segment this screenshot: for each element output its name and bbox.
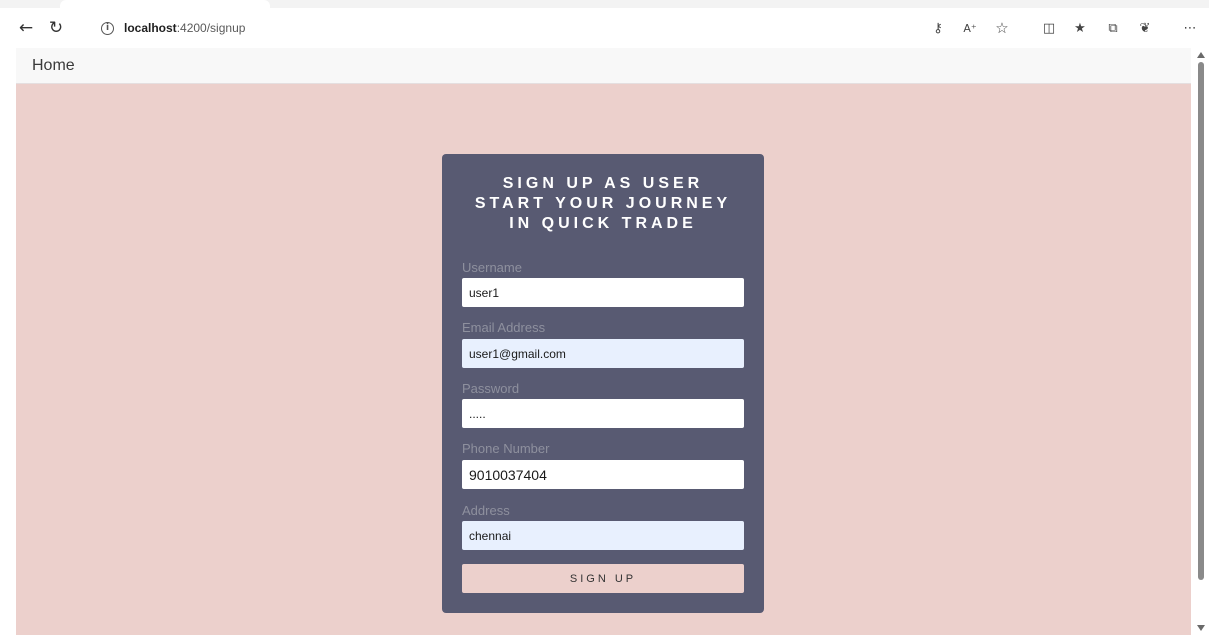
url-path: :4200/signup — [176, 21, 246, 35]
address-label: Address — [462, 503, 510, 518]
back-arrow-icon[interactable]: ← — [14, 16, 38, 40]
favorite-star-icon[interactable]: ☆ — [992, 18, 1012, 38]
signup-card: SIGN UP AS USER START YOUR JOURNEY IN QU… — [442, 154, 764, 613]
scroll-up-arrow-icon[interactable] — [1197, 52, 1205, 58]
password-label: Password — [462, 381, 520, 396]
home-link[interactable]: Home — [32, 57, 75, 75]
vertical-scrollbar[interactable] — [1193, 48, 1209, 635]
tab-strip — [0, 0, 1209, 8]
read-aloud-icon[interactable]: A⁺ — [960, 18, 980, 38]
username-field[interactable] — [462, 278, 744, 307]
active-tab[interactable] — [60, 0, 270, 8]
signup-title-line2: START YOUR JOURNEY — [474, 195, 732, 212]
email-field[interactable] — [462, 339, 744, 368]
key-icon[interactable]: ⚷ — [928, 18, 948, 38]
signup-title-line3: IN QUICK TRADE — [509, 215, 697, 232]
scroll-down-arrow-icon[interactable] — [1197, 625, 1205, 631]
phone-field[interactable] — [462, 460, 744, 489]
reload-icon[interactable]: ↻ — [44, 16, 68, 40]
more-icon[interactable]: ⋯ — [1180, 18, 1200, 38]
signup-title: SIGN UP AS USER START YOUR JOURNEY IN QU… — [442, 174, 764, 234]
favorites-icon[interactable]: ★ — [1070, 18, 1090, 38]
collections-icon[interactable]: ⧉ — [1103, 18, 1123, 38]
signup-title-line1: SIGN UP AS USER — [502, 175, 704, 192]
split-screen-icon[interactable]: ◫ — [1039, 18, 1059, 38]
address-field[interactable] — [462, 521, 744, 550]
page-viewport: Home SIGN UP AS USER START YOUR JOURNEY … — [16, 48, 1191, 635]
extensions-icon[interactable]: ❦ — [1135, 18, 1155, 38]
navbar: Home — [16, 48, 1191, 84]
signup-button[interactable]: SIGN UP — [462, 564, 744, 593]
scroll-thumb[interactable] — [1198, 62, 1204, 580]
username-label: Username — [462, 260, 522, 275]
phone-label: Phone Number — [462, 441, 550, 456]
address-bar[interactable]: i localhost:4200/signup — [87, 14, 917, 42]
email-label: Email Address — [462, 320, 546, 335]
browser-toolbar: ← ↻ i localhost:4200/signup ⚷ A⁺ ☆ ◫ ★ ⧉… — [0, 8, 1209, 46]
password-field[interactable] — [462, 399, 744, 428]
info-icon[interactable]: i — [101, 21, 114, 35]
url-host: localhost — [124, 21, 177, 35]
